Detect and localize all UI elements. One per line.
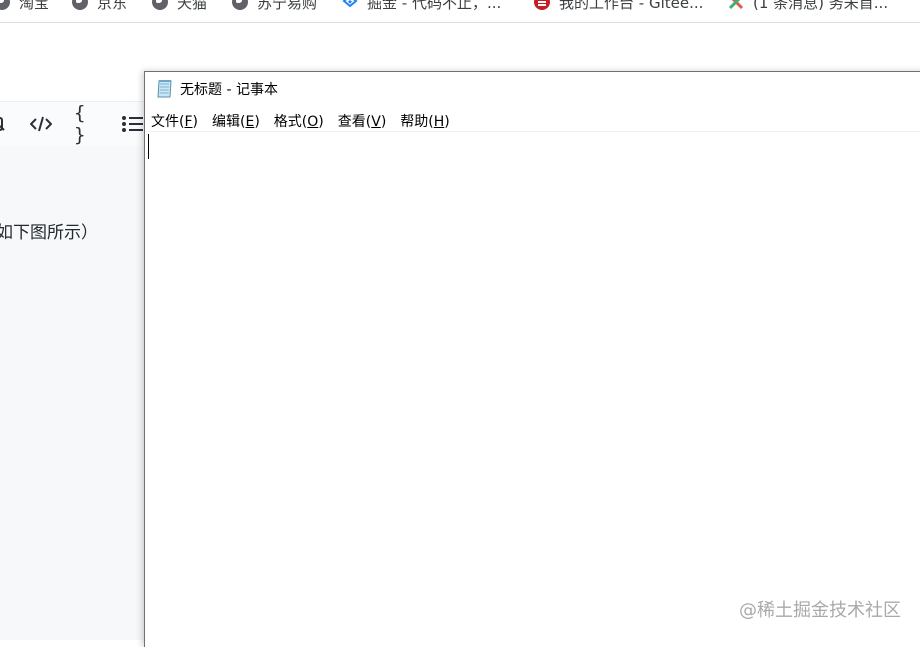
braces-icon[interactable]: { } [74,102,100,146]
code-tag-icon[interactable] [28,112,54,136]
document-text: 如下图所示） [0,223,98,243]
bookmark-label: (1 条消息) 务未首... [753,0,889,12]
bookmark-label: 苏宁易购 [257,0,318,12]
notepad-icon [155,79,175,99]
bookmark-label: 京东 [97,0,128,12]
juejin-logo-icon [342,0,358,10]
text-caret [148,134,149,159]
globe-icon [72,0,88,10]
partial-icon[interactable] [0,112,8,136]
bookmark-label: 淘宝 [19,0,50,12]
menu-file[interactable]: 文件(F) [145,111,204,131]
editor-body[interactable]: 如下图所示） [0,146,145,640]
title-bar[interactable]: 无标题 - 记事本 [145,72,920,106]
window-title: 无标题 - 记事本 [180,82,278,98]
gitee-logo-icon [534,0,550,10]
menu-help[interactable]: 帮助(H) [394,111,455,131]
menu-edit[interactable]: 编辑(E) [206,111,266,131]
bookmark-juejin[interactable]: 掘金 - 代码不止，... [342,0,501,13]
bookmark-tmall[interactable]: 天猫 [152,0,207,13]
globe-icon [232,0,248,10]
globe-icon [0,0,10,10]
bookmark-gitee[interactable]: 我的工作台 - Gitee... [534,0,703,13]
bookmark-suning[interactable]: 苏宁易购 [232,0,317,13]
background-editor-page: { } 如下图所示） [0,23,145,640]
bookmark-jd[interactable]: 京东 [72,0,127,13]
globe-icon [152,0,168,10]
colorful-x-logo-icon [728,0,744,10]
menu-bar: 文件(F) 编辑(E) 格式(O) 查看(V) 帮助(H) [145,110,920,132]
notepad-window: 无标题 - 记事本 文件(F) 编辑(E) 格式(O) 查看(V) 帮助(H) [144,71,920,647]
editor-toolbar: { } [0,101,145,147]
bookmark-label: 掘金 - 代码不止，... [367,0,502,12]
notepad-text-area[interactable] [145,132,920,647]
menu-view[interactable]: 查看(V) [332,111,393,131]
list-icon[interactable] [120,112,144,136]
bookmark-taobao[interactable]: 淘宝 [0,0,49,13]
bookmark-csdn[interactable]: (1 条消息) 务未首... [728,0,888,13]
bookmarks-bar: 淘宝 京东 天猫 苏宁易购 掘金 - 代码不止，... 我的工作台 - Gite… [0,0,920,23]
watermark: @稀土掘金技术社区 [739,600,901,621]
bookmark-label: 我的工作台 - Gitee... [559,0,704,12]
menu-format[interactable]: 格式(O) [268,111,330,131]
bookmark-label: 天猫 [177,0,208,12]
